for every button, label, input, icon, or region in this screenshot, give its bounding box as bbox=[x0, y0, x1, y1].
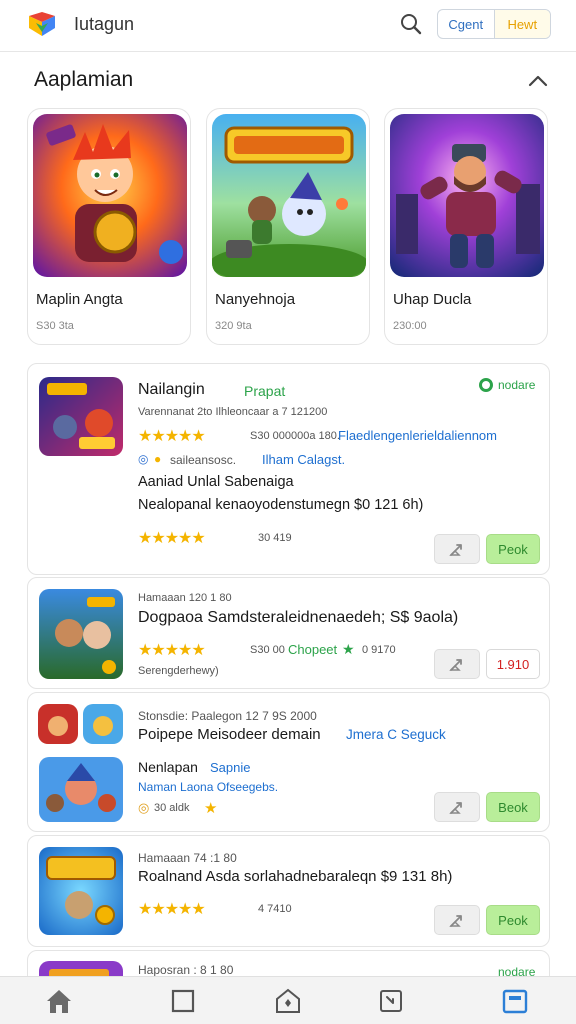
library-icon[interactable] bbox=[500, 987, 530, 1015]
coin-icon: ◎ bbox=[138, 800, 150, 815]
share-button[interactable] bbox=[434, 905, 480, 935]
rating-star: ★ bbox=[204, 800, 217, 817]
status-dot-icon bbox=[479, 378, 493, 392]
rating-value: 30 aldk bbox=[154, 802, 190, 814]
app-title: Poipepe Meisodeer demain bbox=[138, 726, 321, 743]
square-icon[interactable] bbox=[168, 987, 198, 1015]
featured-card[interactable]: Uhap Ducla 230:00 bbox=[384, 108, 548, 345]
detail-line: Aaniad Unlal Sabenaiga bbox=[138, 474, 294, 490]
featured-name: Maplin Angta bbox=[36, 291, 123, 308]
featured-card[interactable]: Maplin Angta S30 3ta bbox=[27, 108, 191, 345]
sub-title: Nenlapan bbox=[138, 759, 198, 775]
top-bar: Iutagun Cgent Hewt bbox=[0, 0, 576, 52]
app-thumbnail[interactable] bbox=[38, 704, 78, 744]
app-subtitle: Varennanat 2to Ilhleoncaar a 7 121200 bbox=[138, 406, 328, 418]
app-list-item[interactable]: Nailangin Prapat nodare Varennanat 2to I… bbox=[27, 363, 550, 575]
rating-tail: 0 9170 bbox=[362, 644, 396, 656]
app-title: Dogpaoa Samdsteraleidnenaedeh; S$ 9aola) bbox=[138, 609, 459, 626]
rating-stars: ★★★★★ bbox=[138, 428, 206, 445]
featured-artwork[interactable] bbox=[33, 114, 187, 277]
shop-icon[interactable] bbox=[273, 987, 303, 1015]
search-icon[interactable] bbox=[398, 11, 424, 37]
share-button[interactable] bbox=[434, 792, 480, 822]
title-link[interactable]: Jmera C Seguck bbox=[346, 727, 446, 742]
share-icon bbox=[449, 544, 462, 556]
action-button[interactable]: Peok bbox=[486, 905, 540, 935]
coin-icon: ● bbox=[154, 452, 162, 466]
section-title: Aaplamian bbox=[34, 68, 134, 91]
download-icon[interactable] bbox=[376, 987, 406, 1015]
share-icon bbox=[449, 802, 462, 814]
app-tag: Prapat bbox=[244, 383, 286, 399]
share-button[interactable] bbox=[434, 649, 480, 679]
app-subtitle: Hamaaan 120 1 80 bbox=[138, 592, 232, 604]
rating-stars: ★★★★★ bbox=[138, 530, 206, 547]
app-thumbnail[interactable] bbox=[39, 757, 123, 822]
developer-link[interactable]: Ilham Calagst. bbox=[262, 452, 345, 467]
game-thumbnail-icon bbox=[39, 589, 123, 679]
header-left-button[interactable]: Cgent bbox=[438, 10, 495, 38]
sub-line: Naman Laona Ofseegebs. bbox=[138, 780, 279, 794]
rating-link[interactable]: Chopeet bbox=[288, 642, 337, 657]
action-button[interactable]: Beok bbox=[486, 792, 540, 822]
app-thumbnail[interactable] bbox=[83, 704, 123, 744]
featured-meta: S30 3ta bbox=[36, 320, 74, 332]
app-subtitle: Stonsdie: Paalegon 12 7 9S 2000 bbox=[138, 709, 317, 723]
share-icon bbox=[449, 659, 462, 671]
featured-artwork[interactable] bbox=[212, 114, 366, 277]
app-title: Nailangin bbox=[138, 381, 205, 398]
rating-stars: ★★★★★ bbox=[138, 642, 206, 659]
app-thumbnail[interactable] bbox=[39, 589, 123, 679]
app-thumbnail[interactable] bbox=[39, 377, 123, 456]
app-subtitle: Haposran : 8 1 80 bbox=[138, 963, 234, 977]
rating-value: 4 7410 bbox=[258, 903, 292, 915]
dev-icon: ◎ bbox=[138, 452, 149, 466]
hero-artwork-icon bbox=[212, 114, 366, 277]
developer-name: saileansosc. bbox=[170, 453, 237, 467]
status-label: nodare bbox=[498, 378, 536, 392]
game-thumbnail-icon bbox=[39, 757, 123, 822]
share-button[interactable] bbox=[434, 534, 480, 564]
developer-name: Serengderhewy) bbox=[138, 665, 219, 677]
app-thumbnail[interactable] bbox=[39, 847, 123, 935]
bottom-navigation bbox=[0, 976, 576, 1024]
rating-value: 30 419 bbox=[258, 532, 292, 544]
hero-artwork-icon bbox=[390, 114, 544, 277]
game-thumbnail-icon bbox=[39, 847, 123, 935]
rating-stars: ★★★★★ bbox=[138, 901, 206, 918]
logo-icon[interactable] bbox=[27, 10, 57, 38]
price-button[interactable]: 1.910 bbox=[486, 649, 540, 679]
header-button-group: Cgent Hewt bbox=[437, 9, 551, 39]
app-list-item[interactable]: Stonsdie: Paalegon 12 7 9S 2000 Poipepe … bbox=[27, 692, 550, 832]
rating-text: S30 00 bbox=[250, 644, 285, 656]
featured-name: Uhap Ducla bbox=[393, 291, 472, 308]
game-thumbnail-icon bbox=[38, 704, 78, 744]
featured-meta: 230:00 bbox=[393, 320, 427, 332]
featured-card[interactable]: Nanyehnoja 320 9ta bbox=[206, 108, 370, 345]
featured-meta: 320 9ta bbox=[215, 320, 252, 332]
app-title: Roalnand Asda sorlahadnebaraleqn $9 131 … bbox=[138, 868, 453, 885]
app-title: Iutagun bbox=[74, 14, 135, 34]
home-icon[interactable] bbox=[44, 987, 74, 1015]
app-list-item[interactable]: Hamaaan 74 :1 80 Roalnand Asda sorlahadn… bbox=[27, 835, 550, 947]
featured-artwork[interactable] bbox=[390, 114, 544, 277]
sub-title-tag[interactable]: Sapnie bbox=[210, 760, 250, 775]
header-right-button[interactable]: Hewt bbox=[494, 10, 550, 38]
action-button[interactable]: Peok bbox=[486, 534, 540, 564]
app-subtitle: Hamaaan 74 :1 80 bbox=[138, 851, 237, 865]
chevron-up-icon[interactable] bbox=[526, 70, 550, 92]
featured-name: Nanyehnoja bbox=[215, 291, 296, 308]
star-outline-icon: ★ bbox=[342, 641, 355, 657]
game-thumbnail-icon bbox=[83, 704, 123, 744]
hero-artwork-icon bbox=[33, 114, 187, 277]
rating-text: S30 000000a 180. bbox=[250, 430, 340, 442]
app-list-item[interactable]: Hamaaan 120 1 80 Dogpaoa Samdsteraleidne… bbox=[27, 577, 550, 689]
detail-line: Nealopanal kenaoyodenstumegn $0 121 6h) bbox=[138, 497, 424, 513]
share-icon bbox=[449, 915, 462, 927]
rating-link[interactable]: Flaedlengenlerieldaliennom bbox=[338, 428, 497, 443]
game-thumbnail-icon bbox=[39, 377, 123, 456]
